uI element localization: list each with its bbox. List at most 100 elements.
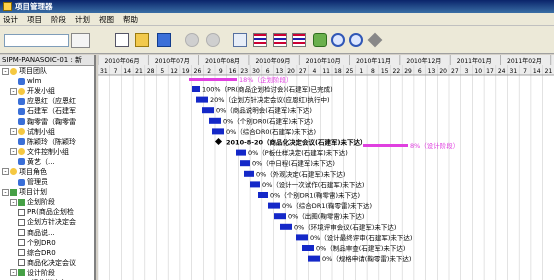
tree-item[interactable]: - 项目计划 [0, 187, 94, 197]
copy-icon[interactable] [233, 33, 247, 47]
tree-item[interactable]: - 文件控制小组 [0, 147, 94, 157]
combo-dropdown-button[interactable] [71, 33, 90, 48]
tree-item[interactable]: 商品说... [0, 228, 94, 238]
week-label: 25 [346, 68, 354, 75]
month-label: 2010年07月 [155, 57, 190, 65]
tree-item-label: 商品说... [27, 228, 55, 237]
tree-item-label: 石建军（石建军 [27, 107, 76, 116]
week-label: 21 [545, 68, 553, 75]
task-bar [280, 223, 292, 230]
task-bar [240, 160, 250, 167]
task-label: 0%（商品说明会(石建军)未下达) [216, 106, 312, 115]
tree-item[interactable]: - 设计阶段 [0, 268, 94, 278]
month-label: 2010年08月 [205, 57, 240, 65]
month-label: 2011年02月 [507, 57, 542, 65]
task-label: 20%（企划方针决定会议(应恩红)执行中) [210, 95, 330, 104]
menu-help[interactable]: 帮助 [123, 14, 138, 25]
tree-item[interactable]: 商品化决定会议 [0, 258, 94, 268]
week-label: 13 [428, 68, 436, 75]
milestone-icon[interactable] [367, 32, 383, 48]
tree-item[interactable]: 综合DR0 [0, 248, 94, 258]
tree-item[interactable]: - 项目角色 [0, 167, 94, 177]
tree-item[interactable]: - 企划阶段 [0, 197, 94, 207]
tree-item-label: 管理员 [27, 178, 48, 187]
week-label: 22 [393, 68, 401, 75]
design-summary-bar [363, 144, 408, 147]
timeline-icon[interactable] [292, 33, 306, 47]
gantt-bars-icon[interactable] [253, 33, 267, 47]
task-bar [202, 107, 214, 114]
user-icon [18, 97, 25, 105]
menu-plan[interactable]: 计划 [75, 14, 90, 25]
tree-item-label: 试制小组 [27, 127, 55, 136]
tree-item[interactable]: PR(商品企划检 [0, 207, 94, 217]
week-label: 7 [523, 68, 527, 75]
week-label: 9 [219, 68, 223, 75]
task-label: 0%（综合DR1(鞠零雷)未下达) [282, 201, 372, 210]
save-icon[interactable] [157, 33, 171, 47]
tree-item[interactable]: 应恩红（应恩红 [0, 96, 94, 106]
phase-icon [10, 188, 17, 196]
tree-item[interactable]: 管理员 [0, 177, 94, 187]
collapse-toggle-icon[interactable]: - [2, 67, 9, 75]
week-label: 10 [474, 68, 482, 75]
task-icon [18, 249, 25, 257]
menu-view[interactable]: 视图 [99, 14, 114, 25]
week-label: 15 [381, 68, 389, 75]
collapse-toggle-icon[interactable]: - [10, 269, 17, 277]
task-label: 0%（设计一次试作(石建军)未下达) [262, 180, 364, 189]
tree-item[interactable]: 陈颖玲（陈颖玲 [0, 137, 94, 147]
tree-item[interactable]: - 项目团队 [0, 66, 94, 76]
collapse-toggle-icon[interactable]: - [10, 128, 17, 136]
task-label: 0%（出图(鞠零雷)未下达) [288, 212, 364, 221]
task-icon [18, 229, 25, 237]
tree-item[interactable]: 企划方针决定会 [0, 217, 94, 227]
group-icon [18, 87, 25, 95]
tree-item[interactable]: - 试制小组 [0, 127, 94, 137]
collapse-toggle-icon[interactable]: - [10, 198, 17, 206]
task-bar [250, 181, 260, 188]
gantt-chart[interactable]: 31 7 14 21 28 5 12 19 26 2 9 16 23 30 6 13 20 27 4 11 18 25 1 8… [98, 55, 554, 280]
zoom-in-icon[interactable] [331, 33, 345, 47]
task-label: 0%（设计最终评审(石建军)未下达) [310, 233, 412, 242]
week-label: 13 [276, 68, 284, 75]
forward-disabled-icon[interactable] [206, 33, 220, 47]
project-combo-input[interactable] [4, 34, 69, 47]
tree-item[interactable]: - 开发小组 [0, 86, 94, 96]
week-label: 8 [371, 68, 375, 75]
tree-item-label: 项目计划 [19, 188, 47, 197]
collapse-toggle-icon[interactable]: - [10, 148, 17, 156]
week-label: 11 [322, 68, 330, 75]
new-document-icon[interactable] [115, 33, 129, 47]
tree-item[interactable]: 鞠零雷（鞠零雷 [0, 116, 94, 126]
week-label: 21 [135, 68, 143, 75]
menu-design[interactable]: 设计 [3, 14, 18, 25]
tree-item[interactable]: 石建军（石建军 [0, 106, 94, 116]
week-label: 16 [229, 68, 237, 75]
tree-item-label: 个别DR0 [27, 238, 56, 247]
week-label: 5 [160, 68, 164, 75]
tree-item-label: wlm [27, 77, 42, 86]
project-tree[interactable]: SIPM-PANASOIC-01 : 新 - 项目团队 wlm - 开发小组 应恩红（应恩… [0, 55, 96, 280]
task-list-icon[interactable] [273, 33, 287, 47]
tree-item-label: 陈颖玲（陈颖玲 [27, 137, 76, 146]
collapse-toggle-icon[interactable]: - [2, 188, 9, 196]
menu-phase[interactable]: 阶段 [51, 14, 66, 25]
tree-item[interactable]: 黄艺（... [0, 157, 94, 167]
collapse-toggle-icon[interactable]: - [10, 87, 17, 95]
menu-bar: 设计 项目 阶段 计划 视图 帮助 [0, 13, 554, 26]
task-label: 0%（个别DR0(石建军)未下达) [223, 116, 313, 125]
open-folder-icon[interactable] [135, 33, 149, 47]
task-label: 0%（综合DR0(石建军)未下达) [226, 127, 316, 136]
group-icon [10, 67, 17, 75]
menu-project[interactable]: 项目 [27, 14, 42, 25]
tree-item-label: 综合DR0 [27, 248, 56, 257]
back-disabled-icon[interactable] [185, 33, 199, 47]
collapse-toggle-icon[interactable]: - [2, 168, 9, 176]
zoom-out-icon[interactable] [349, 33, 363, 47]
week-label: 20 [287, 68, 295, 75]
tree-item[interactable]: 个别DR0 [0, 238, 94, 248]
tree-item[interactable]: wlm [0, 76, 94, 86]
toolbar [0, 26, 554, 54]
refresh-icon[interactable] [313, 33, 327, 47]
